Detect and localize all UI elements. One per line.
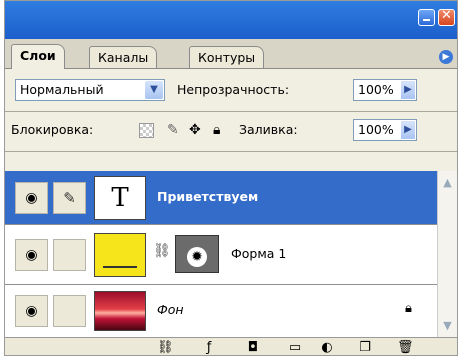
blend-mode-value: Нормальный — [20, 82, 104, 97]
tab-channels[interactable]: Каналы — [89, 46, 158, 68]
link-cell[interactable] — [53, 238, 86, 271]
tab-bar: Слои Каналы Контуры ▶ — [5, 39, 457, 69]
layer-name[interactable]: Форма 1 — [231, 246, 286, 261]
blend-mode-select[interactable]: Нормальный ▼ — [15, 79, 165, 101]
lock-icon[interactable]: 🔒︎ — [213, 119, 220, 141]
blend-row: Нормальный ▼ Непрозрачность: 100% ▶ — [5, 79, 457, 101]
layer-row-text[interactable]: ◉ ✎ T Приветствуем — [5, 171, 437, 225]
brush-icon[interactable]: ✎ — [53, 181, 86, 214]
layer-row-background[interactable]: ◉ Фон 🔒︎ — [5, 285, 437, 337]
text-layer-thumbnail: T — [94, 175, 146, 220]
lock-icon: 🔒︎ — [405, 301, 412, 316]
close-button[interactable]: ✕ — [438, 8, 455, 26]
scroll-down-icon[interactable]: ▼ — [440, 318, 455, 333]
shape-layer-thumbnail — [94, 232, 146, 277]
opacity-value: 100% — [358, 82, 394, 97]
chevron-down-icon[interactable]: ▼ — [145, 81, 163, 99]
divider — [5, 151, 457, 152]
link-layers-icon[interactable]: ⛓ — [157, 340, 174, 355]
mask-icon: ✹ — [187, 247, 207, 267]
title-bar: ✕ — [5, 1, 457, 39]
fill-value: 100% — [358, 122, 394, 137]
menu-arrow-icon: ▶ — [442, 52, 450, 62]
opacity-input[interactable]: 100% ▶ — [353, 79, 417, 101]
layer-row-shape[interactable]: ◉ ⛓ ✹ Форма 1 — [5, 225, 437, 285]
mask-icon[interactable]: ◘ — [245, 340, 261, 355]
layers-scrollbar[interactable]: ▲ ▼ — [437, 171, 457, 337]
minimize-button[interactable] — [418, 9, 435, 26]
layers-list: ◉ ✎ T Приветствуем ◉ ⛓ ✹ Форма 1 ◉ Фон 🔒… — [5, 171, 437, 337]
layer-name[interactable]: Приветствуем — [157, 189, 258, 204]
fill-input[interactable]: 100% ▶ — [353, 119, 417, 141]
layers-toolbar: ⛓ ƒ ◘ ▭ ◐ ❐ 🗑︎ — [5, 337, 457, 355]
eye-icon[interactable]: ◉ — [15, 181, 48, 214]
text-layer-glyph: T — [111, 182, 129, 213]
opacity-arrow-icon[interactable]: ▶ — [401, 81, 415, 99]
background-layer-thumbnail — [94, 291, 146, 331]
fx-icon[interactable]: ƒ — [201, 340, 217, 355]
move-icon[interactable]: ✥ — [189, 119, 201, 141]
tab-layers[interactable]: Слои — [11, 44, 65, 69]
close-icon: ✕ — [441, 8, 452, 23]
trash-icon[interactable]: 🗑︎ — [397, 340, 414, 355]
lock-label: Блокировка: — [11, 122, 94, 137]
lock-transparency-icon[interactable] — [139, 119, 154, 141]
adjustment-icon[interactable]: ◐ — [319, 340, 335, 355]
panel-menu-button[interactable]: ▶ — [439, 50, 453, 64]
opacity-label: Непрозрачность: — [177, 82, 290, 97]
divider — [5, 111, 457, 112]
chain-icon[interactable]: ⛓ — [153, 243, 171, 259]
folder-icon[interactable]: ▭ — [287, 340, 303, 355]
eye-icon[interactable]: ◉ — [15, 238, 48, 271]
new-layer-icon[interactable]: ❐ — [357, 340, 373, 355]
eye-icon[interactable]: ◉ — [15, 295, 48, 327]
fill-label: Заливка: — [239, 122, 298, 137]
scroll-up-icon[interactable]: ▲ — [440, 175, 455, 190]
vector-mask-thumbnail: ✹ — [175, 235, 219, 273]
layer-name[interactable]: Фон — [157, 302, 184, 317]
brush-icon[interactable]: ✎ — [167, 119, 179, 141]
link-cell[interactable] — [53, 295, 86, 327]
lock-row: Блокировка: ✎ ✥ 🔒︎ Заливка: 100% ▶ — [5, 119, 457, 141]
tab-paths[interactable]: Контуры — [189, 46, 265, 68]
fill-arrow-icon[interactable]: ▶ — [401, 121, 415, 139]
layers-panel: ✕ Слои Каналы Контуры ▶ Нормальный ▼ Неп… — [4, 0, 458, 356]
